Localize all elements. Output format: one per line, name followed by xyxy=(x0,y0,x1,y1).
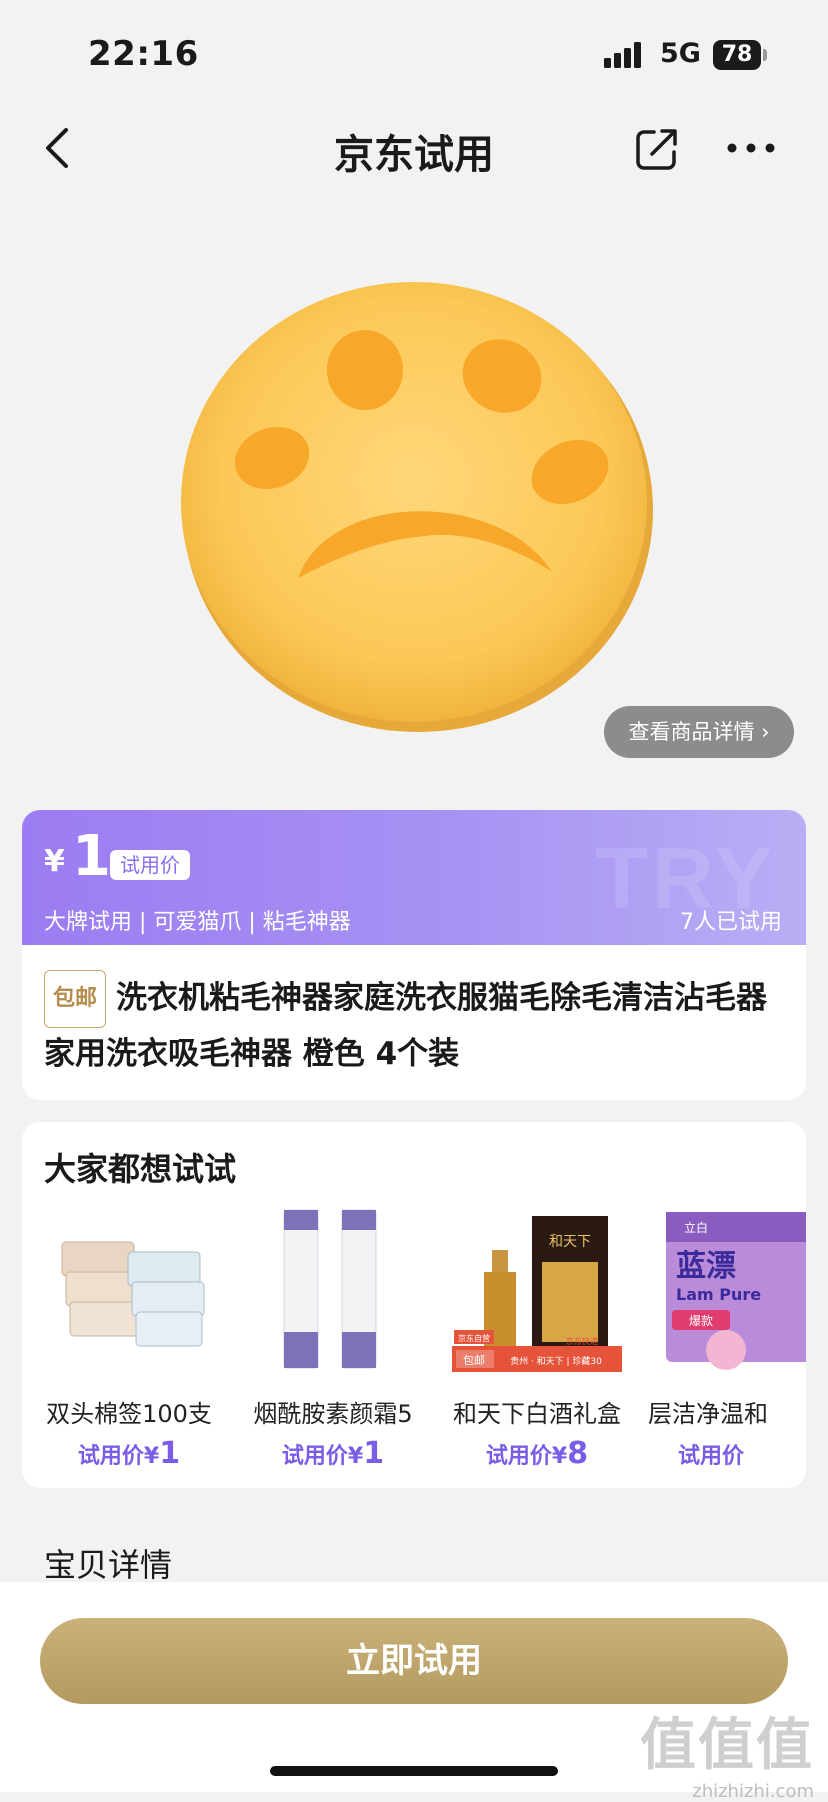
svg-text:贵州 · 和天下 | 珍藏30: 贵州 · 和天下 | 珍藏30 xyxy=(510,1355,602,1367)
recommend-item-name: 双头棉签100支 xyxy=(46,1400,212,1428)
liquor-gift-box-image: 和天下 包邮 贵州 · 和天下 | 珍藏30 京东自营 京东快递 xyxy=(452,1202,622,1372)
svg-text:Lam Pure: Lam Pure xyxy=(676,1285,761,1304)
recommend-item-name: 和天下白酒礼盒 xyxy=(453,1400,621,1428)
free-shipping-badge: 包邮 xyxy=(44,970,107,1028)
svg-text:包邮: 包邮 xyxy=(463,1354,485,1367)
chevron-right-icon: › xyxy=(761,720,770,744)
recommend-item-price: 试用价 xyxy=(678,1444,745,1469)
share-icon[interactable] xyxy=(634,126,680,172)
item-details-title: 宝贝详情 xyxy=(44,1546,173,1584)
page-title: 京东试用 xyxy=(334,132,494,178)
recommend-item-price: 试用价¥1 xyxy=(77,1436,181,1471)
status-bar: 22:16 5G 78 xyxy=(0,0,828,100)
price-band: TRY ¥ 1 试用价 大牌试用 | 可爱猫爪 | 粘毛神器 7人已试用 xyxy=(22,810,806,945)
svg-text:和天下: 和天下 xyxy=(549,1234,591,1250)
product-title-text: 洗衣机粘毛神器家庭洗衣服猫毛除毛清洁沾毛器家用洗衣吸毛神器 橙色 4个装 xyxy=(44,980,768,1072)
product-title: 包邮 洗衣机粘毛神器家庭洗衣服猫毛除毛清洁沾毛器家用洗衣吸毛神器 橙色 4个装 xyxy=(44,970,789,1080)
svg-text:爆款: 爆款 xyxy=(689,1314,713,1328)
svg-text:立白: 立白 xyxy=(684,1220,708,1235)
detergent-image: 立白 蓝漂 Lam Pure 爆款 xyxy=(656,1202,806,1372)
recommend-card: 大家都想试试 双头棉签100支 试用价¥1 烟酰胺素颜霜5 试用价¥1 和天下 … xyxy=(22,1122,806,1488)
try-now-button[interactable]: 立即试用 xyxy=(40,1618,788,1704)
view-details-button[interactable]: 查看商品详情 › xyxy=(604,706,794,758)
recommend-item[interactable]: 立白 蓝漂 Lam Pure 爆款 层洁净温和 试用价 xyxy=(648,1202,806,1472)
recommend-item-name: 烟酰胺素颜霜5 xyxy=(253,1400,413,1428)
cotton-swab-image xyxy=(44,1202,214,1372)
svg-text:蓝漂: 蓝漂 xyxy=(676,1249,736,1284)
more-icon[interactable] xyxy=(726,140,776,156)
feature-tags: 大牌试用 | 可爱猫爪 | 粘毛神器 xyxy=(44,910,351,935)
recommend-item-price: 试用价¥1 xyxy=(281,1436,385,1471)
trial-price-tag: 试用价 xyxy=(110,850,190,880)
product-image[interactable] xyxy=(0,200,828,780)
battery-level: 78 xyxy=(713,40,761,70)
recommend-item[interactable]: 和天下 包邮 贵州 · 和天下 | 珍藏30 京东自营 京东快递 和天下白酒礼盒… xyxy=(444,1202,630,1472)
recommend-item-name: 层洁净温和 xyxy=(648,1400,768,1428)
view-details-label: 查看商品详情 xyxy=(628,720,755,744)
watermark: 值值值 zhizhizhi.com xyxy=(640,1713,814,1802)
signal-icon xyxy=(604,42,641,68)
price-card: TRY ¥ 1 试用价 大牌试用 | 可爱猫爪 | 粘毛神器 7人已试用 包邮洗… xyxy=(22,810,806,1100)
nav-bar: 京东试用 xyxy=(0,100,828,196)
trial-price: 1 xyxy=(72,824,111,889)
recommend-heading: 大家都想试试 xyxy=(44,1150,237,1188)
svg-text:京东快递: 京东快递 xyxy=(566,1336,598,1346)
recommend-item[interactable]: 双头棉签100支 试用价¥1 xyxy=(36,1202,222,1472)
recommend-item[interactable]: 烟酰胺素颜霜5 试用价¥1 xyxy=(240,1202,426,1472)
battery-icon: 78 xyxy=(713,40,767,70)
network-type: 5G xyxy=(660,38,701,69)
recommend-item-price: 试用价¥8 xyxy=(485,1436,589,1471)
svg-text:京东自营: 京东自营 xyxy=(458,1333,490,1343)
home-indicator[interactable] xyxy=(270,1766,558,1776)
status-time: 22:16 xyxy=(88,34,199,74)
cream-tube-image xyxy=(248,1202,418,1372)
currency-symbol: ¥ xyxy=(44,844,65,879)
tried-count: 7人已试用 xyxy=(680,910,782,935)
bottom-bar: 立即试用 值值值 zhizhizhi.com xyxy=(0,1582,828,1802)
